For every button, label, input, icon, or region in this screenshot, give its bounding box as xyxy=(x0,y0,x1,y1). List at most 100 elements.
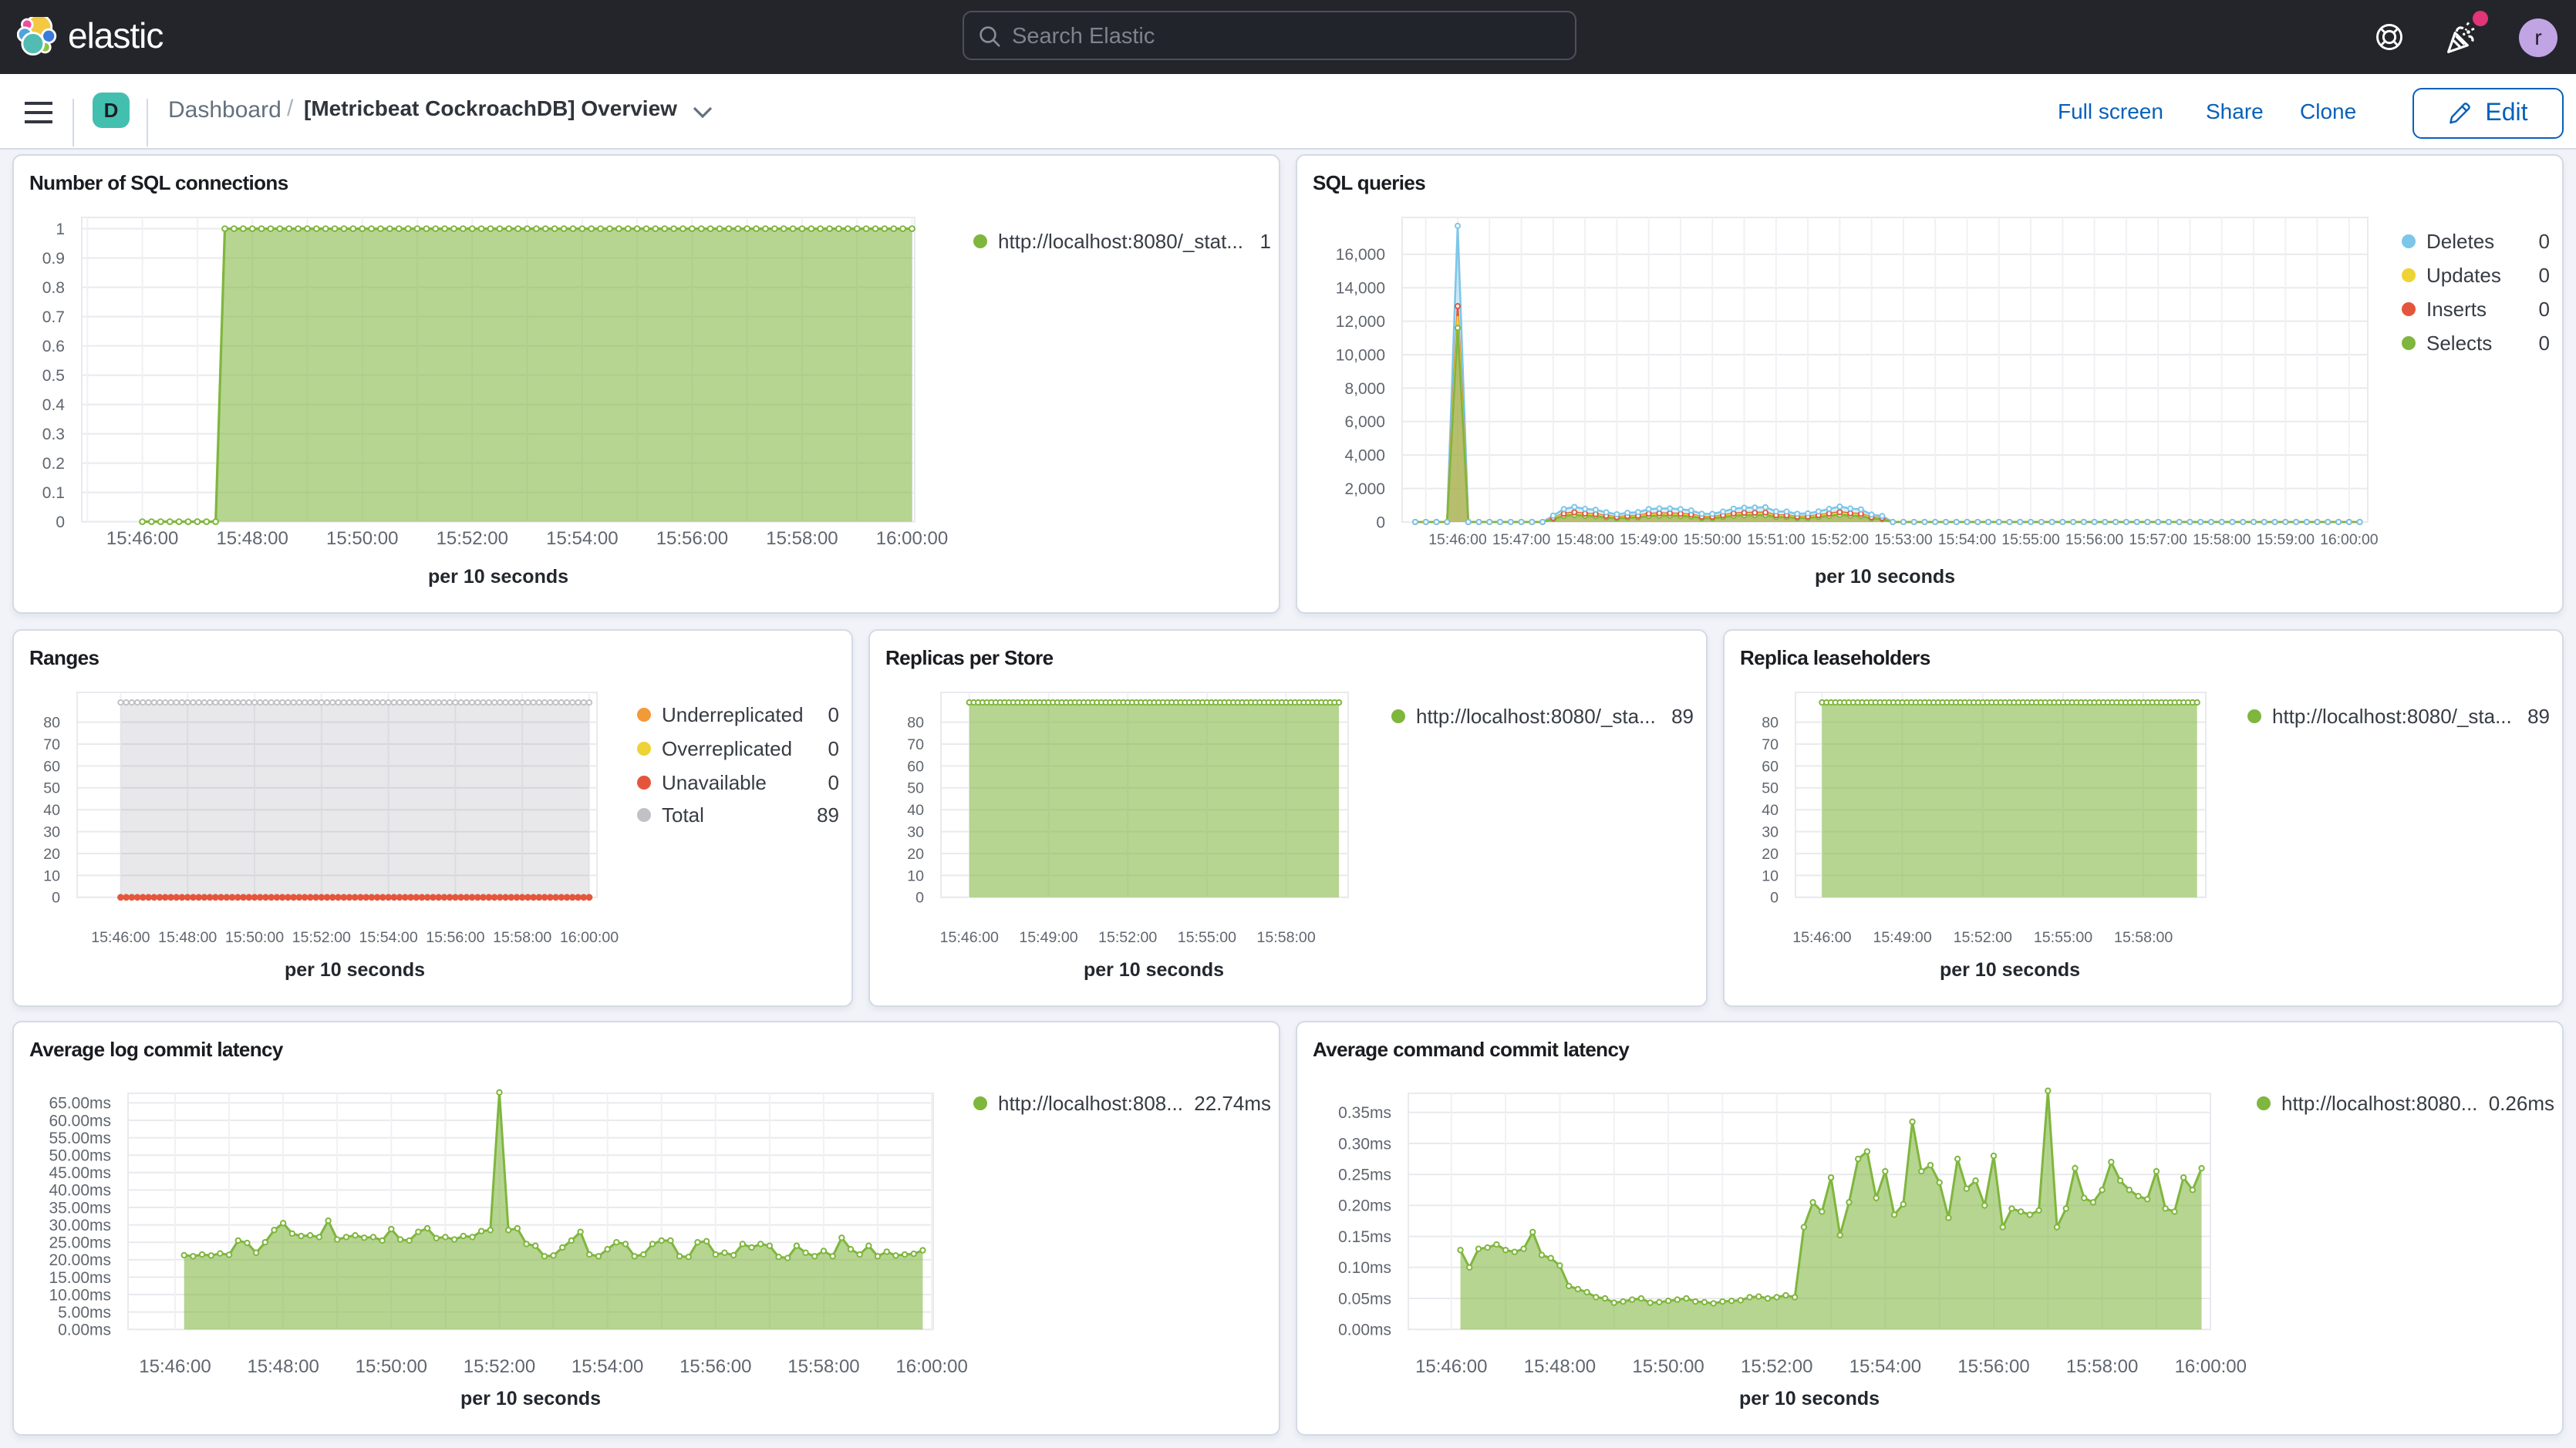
svg-text:45.00ms: 45.00ms xyxy=(49,1164,111,1182)
svg-text:0.20ms: 0.20ms xyxy=(1338,1197,1391,1215)
svg-text:14,000: 14,000 xyxy=(1336,280,1385,298)
svg-text:15:52:00: 15:52:00 xyxy=(464,1356,535,1377)
svg-text:15:46:00: 15:46:00 xyxy=(139,1356,211,1377)
svg-text:15:54:00: 15:54:00 xyxy=(359,929,417,946)
svg-text:15:58:00: 15:58:00 xyxy=(2114,929,2173,946)
svg-text:15:59:00: 15:59:00 xyxy=(2257,531,2315,548)
svg-text:per 10 seconds: per 10 seconds xyxy=(1940,959,2080,981)
svg-text:15:56:00: 15:56:00 xyxy=(2065,531,2124,548)
svg-text:0.30ms: 0.30ms xyxy=(1338,1135,1391,1153)
svg-text:10: 10 xyxy=(43,867,60,884)
svg-text:15:54:00: 15:54:00 xyxy=(1938,531,1997,548)
svg-text:0.1: 0.1 xyxy=(42,484,65,502)
svg-text:15:50:00: 15:50:00 xyxy=(1632,1356,1704,1377)
svg-text:0: 0 xyxy=(1376,514,1385,531)
svg-text:15:58:00: 15:58:00 xyxy=(2066,1356,2138,1377)
svg-text:15.00ms: 15.00ms xyxy=(49,1269,111,1287)
svg-text:0.00ms: 0.00ms xyxy=(1338,1322,1391,1339)
svg-text:15:56:00: 15:56:00 xyxy=(679,1356,751,1377)
svg-text:15:48:00: 15:48:00 xyxy=(1556,531,1614,548)
svg-text:per 10 seconds: per 10 seconds xyxy=(460,1388,601,1409)
svg-text:35.00ms: 35.00ms xyxy=(49,1199,111,1217)
svg-text:8,000: 8,000 xyxy=(1344,380,1385,398)
svg-text:0.3: 0.3 xyxy=(42,426,65,443)
svg-text:0.05ms: 0.05ms xyxy=(1338,1290,1391,1308)
svg-text:15:53:00: 15:53:00 xyxy=(1874,531,1933,548)
svg-text:30: 30 xyxy=(1762,823,1779,840)
svg-text:12,000: 12,000 xyxy=(1336,313,1385,331)
svg-text:15:49:00: 15:49:00 xyxy=(1019,929,1077,946)
svg-text:15:52:00: 15:52:00 xyxy=(292,929,351,946)
svg-text:15:52:00: 15:52:00 xyxy=(1811,531,1870,548)
svg-text:70: 70 xyxy=(907,736,924,753)
svg-text:15:58:00: 15:58:00 xyxy=(787,1356,859,1377)
svg-text:15:51:00: 15:51:00 xyxy=(1747,531,1806,548)
svg-text:60: 60 xyxy=(1762,758,1779,775)
svg-text:60.00ms: 60.00ms xyxy=(49,1112,111,1130)
svg-text:0.25ms: 0.25ms xyxy=(1338,1167,1391,1184)
svg-text:2,000: 2,000 xyxy=(1344,480,1385,498)
svg-text:15:54:00: 15:54:00 xyxy=(546,528,618,549)
svg-text:70: 70 xyxy=(43,736,60,753)
svg-text:15:58:00: 15:58:00 xyxy=(1256,929,1315,946)
svg-text:15:52:00: 15:52:00 xyxy=(1098,929,1157,946)
svg-text:40: 40 xyxy=(43,802,60,819)
svg-text:0: 0 xyxy=(56,514,65,531)
svg-text:30: 30 xyxy=(43,823,60,840)
svg-text:6,000: 6,000 xyxy=(1344,413,1385,431)
svg-text:0.15ms: 0.15ms xyxy=(1338,1228,1391,1246)
svg-text:15:50:00: 15:50:00 xyxy=(1683,531,1741,548)
svg-text:20: 20 xyxy=(43,846,60,863)
svg-text:15:58:00: 15:58:00 xyxy=(766,528,838,549)
svg-text:per 10 seconds: per 10 seconds xyxy=(1739,1388,1880,1409)
svg-text:0: 0 xyxy=(52,890,60,907)
svg-text:80: 80 xyxy=(907,714,924,731)
svg-text:40: 40 xyxy=(1762,802,1779,819)
svg-text:80: 80 xyxy=(43,714,60,731)
svg-text:0: 0 xyxy=(1770,890,1779,907)
svg-text:15:52:00: 15:52:00 xyxy=(1954,929,2012,946)
svg-text:50.00ms: 50.00ms xyxy=(49,1147,111,1165)
svg-text:15:57:00: 15:57:00 xyxy=(2129,531,2187,548)
svg-text:0.7: 0.7 xyxy=(42,308,65,326)
svg-text:16:00:00: 16:00:00 xyxy=(895,1356,967,1377)
svg-text:15:55:00: 15:55:00 xyxy=(1178,929,1236,946)
svg-text:15:54:00: 15:54:00 xyxy=(572,1356,643,1377)
svg-text:0.00ms: 0.00ms xyxy=(58,1322,111,1339)
svg-text:15:48:00: 15:48:00 xyxy=(158,929,217,946)
svg-text:per 10 seconds: per 10 seconds xyxy=(285,959,425,981)
svg-text:10: 10 xyxy=(907,867,924,884)
svg-text:0.8: 0.8 xyxy=(42,279,65,297)
svg-text:80: 80 xyxy=(1762,714,1779,731)
svg-text:10.00ms: 10.00ms xyxy=(49,1286,111,1304)
svg-text:15:58:00: 15:58:00 xyxy=(2193,531,2251,548)
svg-text:16:00:00: 16:00:00 xyxy=(560,929,619,946)
svg-text:0: 0 xyxy=(915,890,924,907)
svg-text:15:48:00: 15:48:00 xyxy=(216,528,288,549)
svg-text:0.4: 0.4 xyxy=(42,396,66,414)
svg-text:15:50:00: 15:50:00 xyxy=(356,1356,427,1377)
svg-text:15:48:00: 15:48:00 xyxy=(1524,1356,1596,1377)
svg-text:15:56:00: 15:56:00 xyxy=(656,528,728,549)
svg-text:15:49:00: 15:49:00 xyxy=(1620,531,1678,548)
svg-text:15:56:00: 15:56:00 xyxy=(426,929,484,946)
svg-text:20.00ms: 20.00ms xyxy=(49,1251,111,1269)
svg-text:30.00ms: 30.00ms xyxy=(49,1217,111,1234)
svg-text:15:46:00: 15:46:00 xyxy=(91,929,150,946)
svg-text:15:56:00: 15:56:00 xyxy=(1957,1356,2029,1377)
svg-text:15:52:00: 15:52:00 xyxy=(437,528,508,549)
svg-text:0.6: 0.6 xyxy=(42,338,65,355)
svg-text:16:00:00: 16:00:00 xyxy=(2175,1356,2247,1377)
svg-text:40.00ms: 40.00ms xyxy=(49,1182,111,1200)
svg-text:0.10ms: 0.10ms xyxy=(1338,1259,1391,1277)
svg-text:65.00ms: 65.00ms xyxy=(49,1095,111,1113)
svg-text:50: 50 xyxy=(1762,780,1779,797)
svg-text:4,000: 4,000 xyxy=(1344,447,1385,465)
svg-text:70: 70 xyxy=(1762,736,1779,753)
svg-text:0.2: 0.2 xyxy=(42,455,65,473)
svg-text:10,000: 10,000 xyxy=(1336,346,1385,364)
svg-text:15:55:00: 15:55:00 xyxy=(2034,929,2092,946)
svg-text:0.35ms: 0.35ms xyxy=(1338,1104,1391,1122)
svg-text:15:49:00: 15:49:00 xyxy=(1873,929,1931,946)
svg-text:15:54:00: 15:54:00 xyxy=(1849,1356,1921,1377)
